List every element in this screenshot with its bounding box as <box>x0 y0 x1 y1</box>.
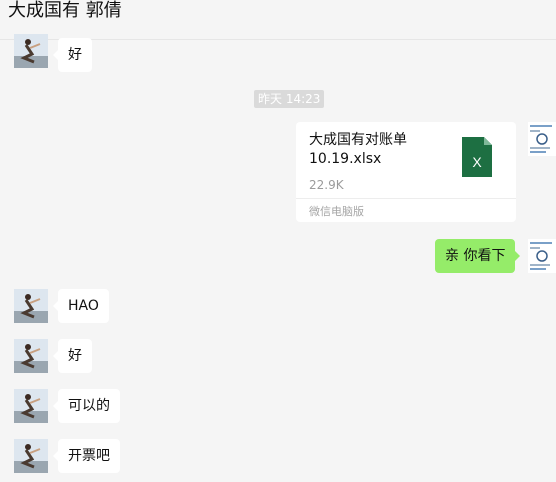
message-bubble: 可以的 <box>53 389 120 423</box>
file-size: 22.9K <box>309 178 344 192</box>
file-source: 微信电脑版 <box>309 205 364 218</box>
message-list[interactable]: 好 昨天 14:23 大成国有对账单10.19.xlsx X 22.9K 微信电… <box>0 34 556 482</box>
self-avatar[interactable] <box>528 239 556 273</box>
file-source-footer: 微信电脑版 <box>296 198 516 222</box>
contact-avatar[interactable] <box>14 339 48 373</box>
excel-file-icon: X <box>462 137 492 177</box>
message-bubble-self: 亲 你看下 <box>435 239 521 273</box>
contact-avatar[interactable] <box>14 389 48 423</box>
self-avatar[interactable] <box>528 122 556 156</box>
file-name: 大成国有对账单10.19.xlsx <box>309 132 407 167</box>
message-timestamp: 昨天 14:23 <box>254 90 325 108</box>
contact-avatar[interactable] <box>14 289 48 323</box>
contact-avatar[interactable] <box>14 439 48 473</box>
chat-title: 大成国有 郭倩 <box>8 0 122 21</box>
file-message-card[interactable]: 大成国有对账单10.19.xlsx X 22.9K 微信电脑版 <box>296 122 516 222</box>
chat-header: 大成国有 郭倩 <box>0 0 556 40</box>
contact-avatar[interactable] <box>14 34 48 68</box>
message-bubble: 好 <box>53 339 92 373</box>
excel-icon-letter: X <box>472 154 482 170</box>
message-bubble: HAO <box>53 289 109 323</box>
message-bubble: 开票吧 <box>53 439 120 473</box>
message-bubble: 好 <box>53 38 92 72</box>
